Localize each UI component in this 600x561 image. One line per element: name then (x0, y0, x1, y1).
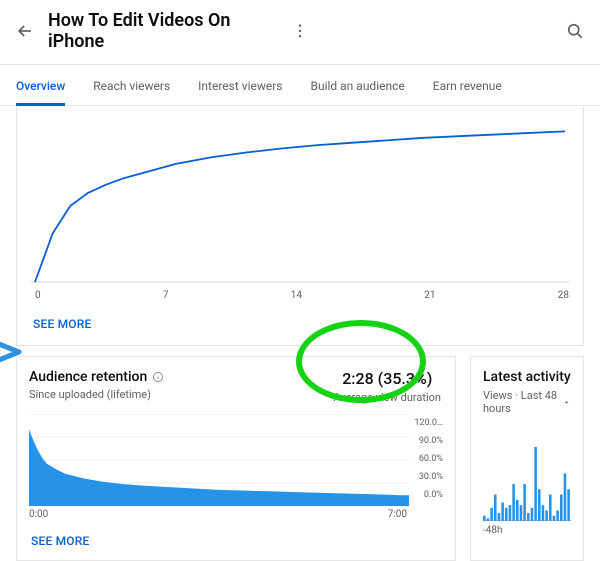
overview-x-axis: 0 7 14 21 28 (31, 286, 569, 303)
retention-metric-value: 2:28 (35.3%) (334, 369, 441, 388)
retention-area-chart (29, 414, 409, 506)
latest-title: Latest activity (483, 369, 571, 385)
tab-earn-revenue[interactable]: Earn revenue (433, 79, 502, 105)
page-title: How To Edit Videos On iPhone (48, 10, 277, 52)
tab-overview[interactable]: Overview (16, 79, 65, 105)
x-tick: 21 (424, 290, 435, 301)
y-tick: 30.0% (413, 468, 443, 486)
see-more-retention[interactable]: SEE MORE (29, 520, 443, 554)
search-icon[interactable] (564, 20, 586, 42)
retention-title: Audience retention (29, 369, 147, 385)
tab-reach-viewers[interactable]: Reach viewers (93, 79, 170, 105)
dropdown-caret-icon (562, 398, 571, 407)
x-tick: 14 (291, 290, 302, 301)
info-icon[interactable] (152, 371, 164, 383)
retention-subtitle: Since uploaded (lifetime) (29, 388, 164, 401)
y-tick: 60.0% (413, 450, 443, 468)
audience-retention-card: Audience retention Since uploaded (lifet… (16, 356, 456, 561)
retention-x-axis: 0:00 7:00 (29, 506, 443, 520)
latest-subtitle-text: Views · Last 48 hours (483, 389, 559, 415)
retention-y-axis: 120.0… 90.0% 60.0% 30.0% 0.0% (409, 414, 443, 506)
latest-bar-chart (483, 441, 571, 521)
latest-x-start: -48h (483, 521, 571, 536)
overview-chart-card: 0 7 14 21 28 SEE MORE (16, 106, 584, 346)
x-tick: 28 (558, 290, 569, 301)
retention-metric: 2:28 (35.3%) Average view duration (334, 369, 443, 404)
x-tick: 7 (163, 290, 169, 301)
x-tick: 7:00 (388, 509, 407, 520)
y-tick: 120.0… (413, 414, 443, 432)
bottom-row: Audience retention Since uploaded (lifet… (0, 346, 600, 561)
y-tick: 90.0% (413, 432, 443, 450)
tab-build-audience[interactable]: Build an audience (310, 79, 404, 105)
back-arrow-icon[interactable] (14, 20, 36, 42)
x-tick: 0 (35, 290, 41, 301)
see-more-overview[interactable]: SEE MORE (31, 303, 569, 337)
retention-metric-label: Average view duration (334, 391, 441, 404)
header: How To Edit Videos On iPhone (0, 0, 600, 64)
latest-activity-card: Latest activity Views · Last 48 hours -4… (470, 356, 584, 561)
more-vert-icon[interactable] (289, 20, 311, 42)
tab-interest-viewers[interactable]: Interest viewers (198, 79, 282, 105)
x-tick: 0:00 (29, 509, 48, 520)
latest-subtitle[interactable]: Views · Last 48 hours (483, 389, 571, 415)
y-tick: 0.0% (413, 486, 443, 504)
overview-line-chart (31, 116, 569, 286)
tabs: Overview Reach viewers Interest viewers … (0, 65, 600, 106)
